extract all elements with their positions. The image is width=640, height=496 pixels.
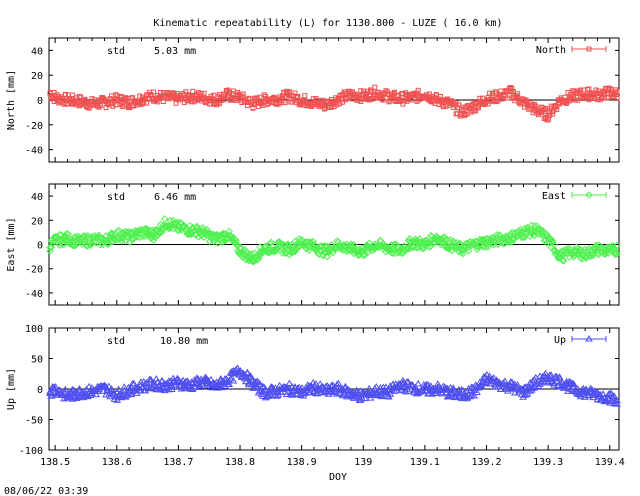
series-points bbox=[47, 84, 620, 123]
x-tick-label: 138.5 bbox=[40, 457, 70, 468]
y-axis-label: North [mm] bbox=[6, 70, 17, 130]
series-points bbox=[46, 364, 621, 407]
y-tick-label: -40 bbox=[25, 289, 43, 300]
std-value: 6.46 mm bbox=[154, 192, 196, 203]
data-point bbox=[137, 93, 143, 99]
y-tick-label: 40 bbox=[31, 46, 43, 57]
x-tick-label: 139.4 bbox=[595, 457, 625, 468]
std-label: std bbox=[107, 192, 125, 203]
y-tick-label: 20 bbox=[31, 216, 43, 227]
std-value: 5.03 mm bbox=[154, 46, 196, 57]
data-point bbox=[372, 84, 378, 90]
y-axis-label: East [mm] bbox=[6, 217, 17, 271]
x-tick-label: 138.9 bbox=[287, 457, 317, 468]
legend-label: North bbox=[536, 45, 566, 56]
data-point bbox=[161, 215, 169, 223]
kinematic-chart: Kinematic repeatability (L) for 1130.800… bbox=[4, 18, 625, 496]
y-tick-label: 50 bbox=[31, 355, 43, 366]
y-tick-label: 0 bbox=[37, 241, 43, 252]
std-label: std bbox=[107, 336, 125, 347]
footer-timestamp: 08/06/22 03:39 bbox=[4, 486, 88, 496]
y-axis-label: Up [mm] bbox=[6, 368, 17, 410]
x-tick-label: 139.2 bbox=[471, 457, 501, 468]
x-tick-label: 138.7 bbox=[163, 457, 193, 468]
x-tick-label: 139.1 bbox=[410, 457, 440, 468]
data-point bbox=[257, 94, 263, 100]
y-tick-label: 0 bbox=[37, 96, 43, 107]
data-point bbox=[453, 111, 459, 117]
y-tick-label: -20 bbox=[25, 121, 43, 132]
data-point bbox=[580, 87, 586, 93]
y-tick-label: -50 bbox=[25, 416, 43, 427]
x-tick-label: 138.8 bbox=[225, 457, 255, 468]
data-point bbox=[414, 380, 423, 387]
panel-east: 40 20 0 -20 -40 East [mm] std 6.46 mm East bbox=[6, 183, 621, 306]
data-point bbox=[415, 87, 421, 93]
y-tick-label: 0 bbox=[37, 385, 43, 396]
x-tick-label: 139 bbox=[354, 457, 372, 468]
panel-north: 40 20 0 -20 -40 North [mm] std 5.03 mm North bbox=[6, 37, 620, 163]
y-tick-label: 100 bbox=[25, 324, 43, 335]
y-tick-label: 20 bbox=[31, 71, 43, 82]
y-tick-label: -100 bbox=[19, 446, 43, 457]
std-label: std bbox=[107, 46, 125, 57]
x-tick-label: 139.3 bbox=[533, 457, 563, 468]
legend-label: East bbox=[542, 191, 566, 202]
panels: 40 20 0 -20 -40 North [mm] std 5.03 mm North 40 20… bbox=[6, 37, 621, 457]
x-axis-label: DOY bbox=[329, 472, 347, 483]
panel-up: 100 50 0 -50 -100 Up [mm] std 10.80 mm Up bbox=[6, 324, 621, 457]
chart-title: Kinematic repeatability (L) for 1130.800… bbox=[153, 18, 502, 29]
y-tick-label: -40 bbox=[25, 146, 43, 157]
x-axis: 138.5 138.6 138.7 138.8 138.9 139 139.1 139.2 13… bbox=[40, 457, 625, 468]
x-tick-label: 138.6 bbox=[102, 457, 132, 468]
legend-label: Up bbox=[554, 335, 566, 346]
series-points bbox=[46, 215, 621, 266]
data-point bbox=[302, 93, 308, 99]
std-value: 10.80 mm bbox=[160, 336, 208, 347]
data-point bbox=[110, 103, 116, 109]
data-point bbox=[113, 92, 119, 98]
y-tick-label: -20 bbox=[25, 265, 43, 276]
y-tick-label: 40 bbox=[31, 192, 43, 203]
